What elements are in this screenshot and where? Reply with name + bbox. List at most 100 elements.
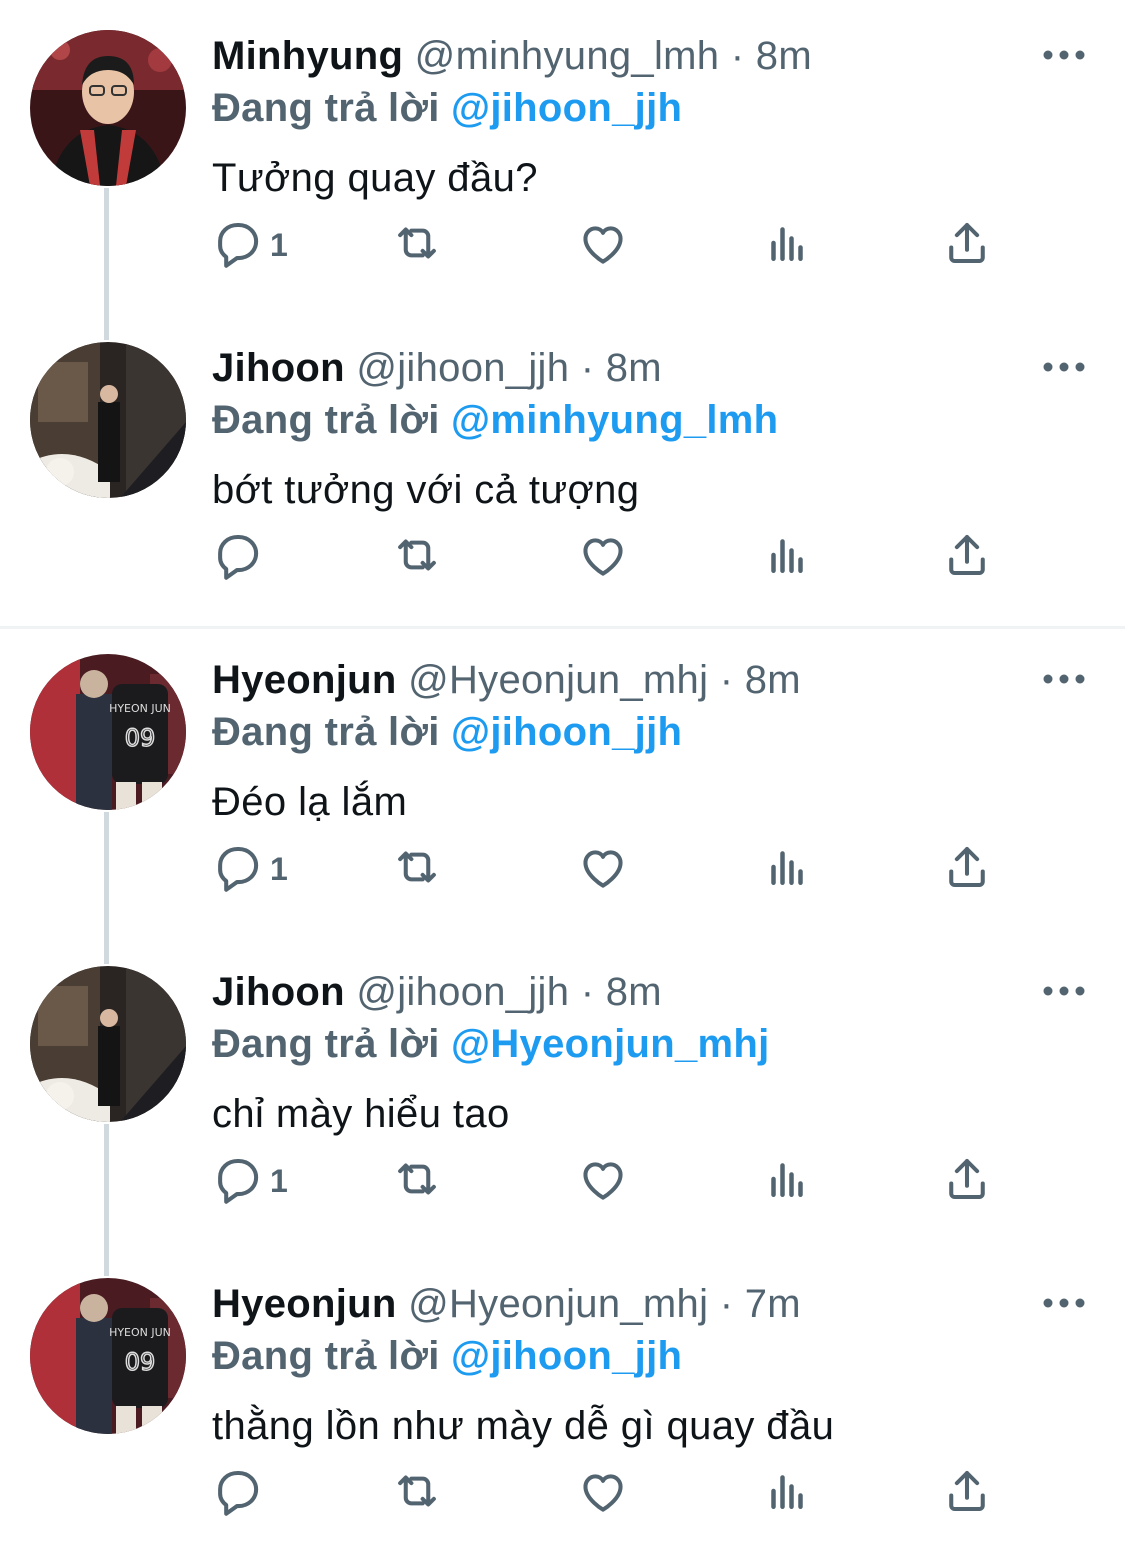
timestamp[interactable]: 8m	[756, 34, 812, 78]
display-name[interactable]: Minhyung	[212, 34, 403, 78]
retweet-button[interactable]	[390, 1458, 444, 1528]
views-button[interactable]	[760, 522, 814, 592]
heart-icon	[576, 1152, 630, 1211]
tweet-text: chỉ mày hiểu tao	[212, 1092, 510, 1136]
tweet-text: bớt tưởng với cả tượng	[212, 468, 640, 512]
avatar[interactable]	[30, 30, 186, 186]
tweet-header: Hyeonjun @Hyeonjun_mhj · 7m	[212, 1280, 801, 1328]
tweet[interactable]: HYEON JUN 09 Hyeonjun @Hyeonjun_mhj · 7m…	[0, 1248, 1125, 1560]
reply-count: 1	[270, 850, 288, 887]
user-handle[interactable]: @jihoon_jjh	[356, 346, 569, 390]
reply-button[interactable]: 1	[210, 1146, 288, 1216]
more-icon[interactable]	[1040, 352, 1088, 382]
mention-link[interactable]: @jihoon_jjh	[451, 1334, 682, 1378]
share-icon	[940, 1464, 994, 1523]
share-icon	[940, 840, 994, 899]
views-icon	[760, 528, 814, 587]
reply-icon	[210, 1152, 264, 1211]
tweet-actions: 1	[210, 210, 1030, 280]
tweet-header: Jihoon @jihoon_jjh · 8m	[212, 968, 662, 1016]
tweet[interactable]: Jihoon @jihoon_jjh · 8m Đang trả lời @Hy…	[0, 936, 1125, 1248]
reply-button[interactable]: 1	[210, 834, 288, 904]
display-name[interactable]: Jihoon	[212, 970, 345, 1014]
avatar[interactable]: HYEON JUN 09	[30, 1278, 186, 1434]
user-handle[interactable]: @Hyeonjun_mhj	[408, 1282, 708, 1326]
mention-link[interactable]: @jihoon_jjh	[451, 710, 682, 754]
more-icon[interactable]	[1040, 976, 1088, 1006]
retweet-icon	[390, 1152, 444, 1211]
user-handle[interactable]: @Hyeonjun_mhj	[408, 658, 708, 702]
timestamp[interactable]: 7m	[745, 1282, 801, 1326]
retweet-button[interactable]	[390, 210, 444, 280]
display-name[interactable]: Hyeonjun	[212, 658, 397, 702]
retweet-icon	[390, 840, 444, 899]
mention-link[interactable]: @jihoon_jjh	[451, 86, 682, 130]
user-handle[interactable]: @jihoon_jjh	[356, 970, 569, 1014]
display-name[interactable]: Hyeonjun	[212, 1282, 397, 1326]
views-button[interactable]	[760, 834, 814, 904]
share-icon	[940, 528, 994, 587]
like-button[interactable]	[576, 834, 630, 904]
svg-text:09: 09	[125, 1348, 156, 1376]
avatar[interactable]: HYEON JUN 09	[30, 654, 186, 810]
more-icon[interactable]	[1040, 40, 1088, 70]
views-icon	[760, 840, 814, 899]
replying-to-label: Đang trả lời	[212, 1334, 440, 1378]
more-icon[interactable]	[1040, 1288, 1088, 1318]
share-button[interactable]	[940, 1146, 994, 1216]
timestamp[interactable]: 8m	[606, 346, 662, 390]
tweet[interactable]: HYEON JUN 09 Hyeonjun @Hyeonjun_mhj · 8m…	[0, 624, 1125, 936]
tweet-header: Hyeonjun @Hyeonjun_mhj · 8m	[212, 656, 801, 704]
tweet[interactable]: Minhyung @minhyung_lmh · 8m Đang trả lời…	[0, 0, 1125, 312]
mention-link[interactable]: @Hyeonjun_mhj	[451, 1022, 770, 1066]
share-icon	[940, 1152, 994, 1211]
retweet-button[interactable]	[390, 522, 444, 592]
share-button[interactable]	[940, 1458, 994, 1528]
replying-to-label: Đang trả lời	[212, 710, 440, 754]
more-icon[interactable]	[1040, 664, 1088, 694]
reply-icon	[210, 528, 264, 587]
like-button[interactable]	[576, 210, 630, 280]
user-handle[interactable]: @minhyung_lmh	[415, 34, 720, 78]
reply-icon	[210, 1464, 264, 1523]
avatar[interactable]	[30, 342, 186, 498]
reply-button[interactable]	[210, 1458, 270, 1528]
reply-icon	[210, 840, 264, 899]
tweet-header: Minhyung @minhyung_lmh · 8m	[212, 32, 812, 80]
display-name[interactable]: Jihoon	[212, 346, 345, 390]
views-icon	[760, 1464, 814, 1523]
like-button[interactable]	[576, 1146, 630, 1216]
separator-dot: ·	[730, 34, 745, 78]
like-button[interactable]	[576, 522, 630, 592]
like-button[interactable]	[576, 1458, 630, 1528]
replying-to: Đang trả lời @jihoon_jjh	[212, 708, 682, 756]
views-button[interactable]	[760, 1458, 814, 1528]
replying-to-label: Đang trả lời	[212, 1022, 440, 1066]
share-button[interactable]	[940, 834, 994, 904]
timestamp[interactable]: 8m	[745, 658, 801, 702]
reply-button[interactable]	[210, 522, 270, 592]
reply-button[interactable]: 1	[210, 210, 288, 280]
replying-to: Đang trả lời @jihoon_jjh	[212, 84, 682, 132]
timestamp[interactable]: 8m	[606, 970, 662, 1014]
retweet-button[interactable]	[390, 834, 444, 904]
tweet-actions: 1	[210, 834, 1030, 904]
svg-text:09: 09	[125, 724, 156, 752]
separator-dot: ·	[719, 658, 734, 702]
tweet[interactable]: Jihoon @jihoon_jjh · 8m Đang trả lời @mi…	[0, 312, 1125, 624]
avatar[interactable]	[30, 966, 186, 1122]
tweet-actions	[210, 522, 1030, 592]
retweet-button[interactable]	[390, 1146, 444, 1216]
mention-link[interactable]: @minhyung_lmh	[451, 398, 778, 442]
tweet-text: Tưởng quay đầu?	[212, 156, 538, 200]
share-button[interactable]	[940, 210, 994, 280]
share-button[interactable]	[940, 522, 994, 592]
svg-text:HYEON JUN: HYEON JUN	[109, 1326, 171, 1339]
views-button[interactable]	[760, 1146, 814, 1216]
tweet-header: Jihoon @jihoon_jjh · 8m	[212, 344, 662, 392]
tweet-actions: 1	[210, 1146, 1030, 1216]
heart-icon	[576, 216, 630, 275]
separator-dot: ·	[580, 970, 595, 1014]
replying-to: Đang trả lời @Hyeonjun_mhj	[212, 1020, 770, 1068]
views-button[interactable]	[760, 210, 814, 280]
